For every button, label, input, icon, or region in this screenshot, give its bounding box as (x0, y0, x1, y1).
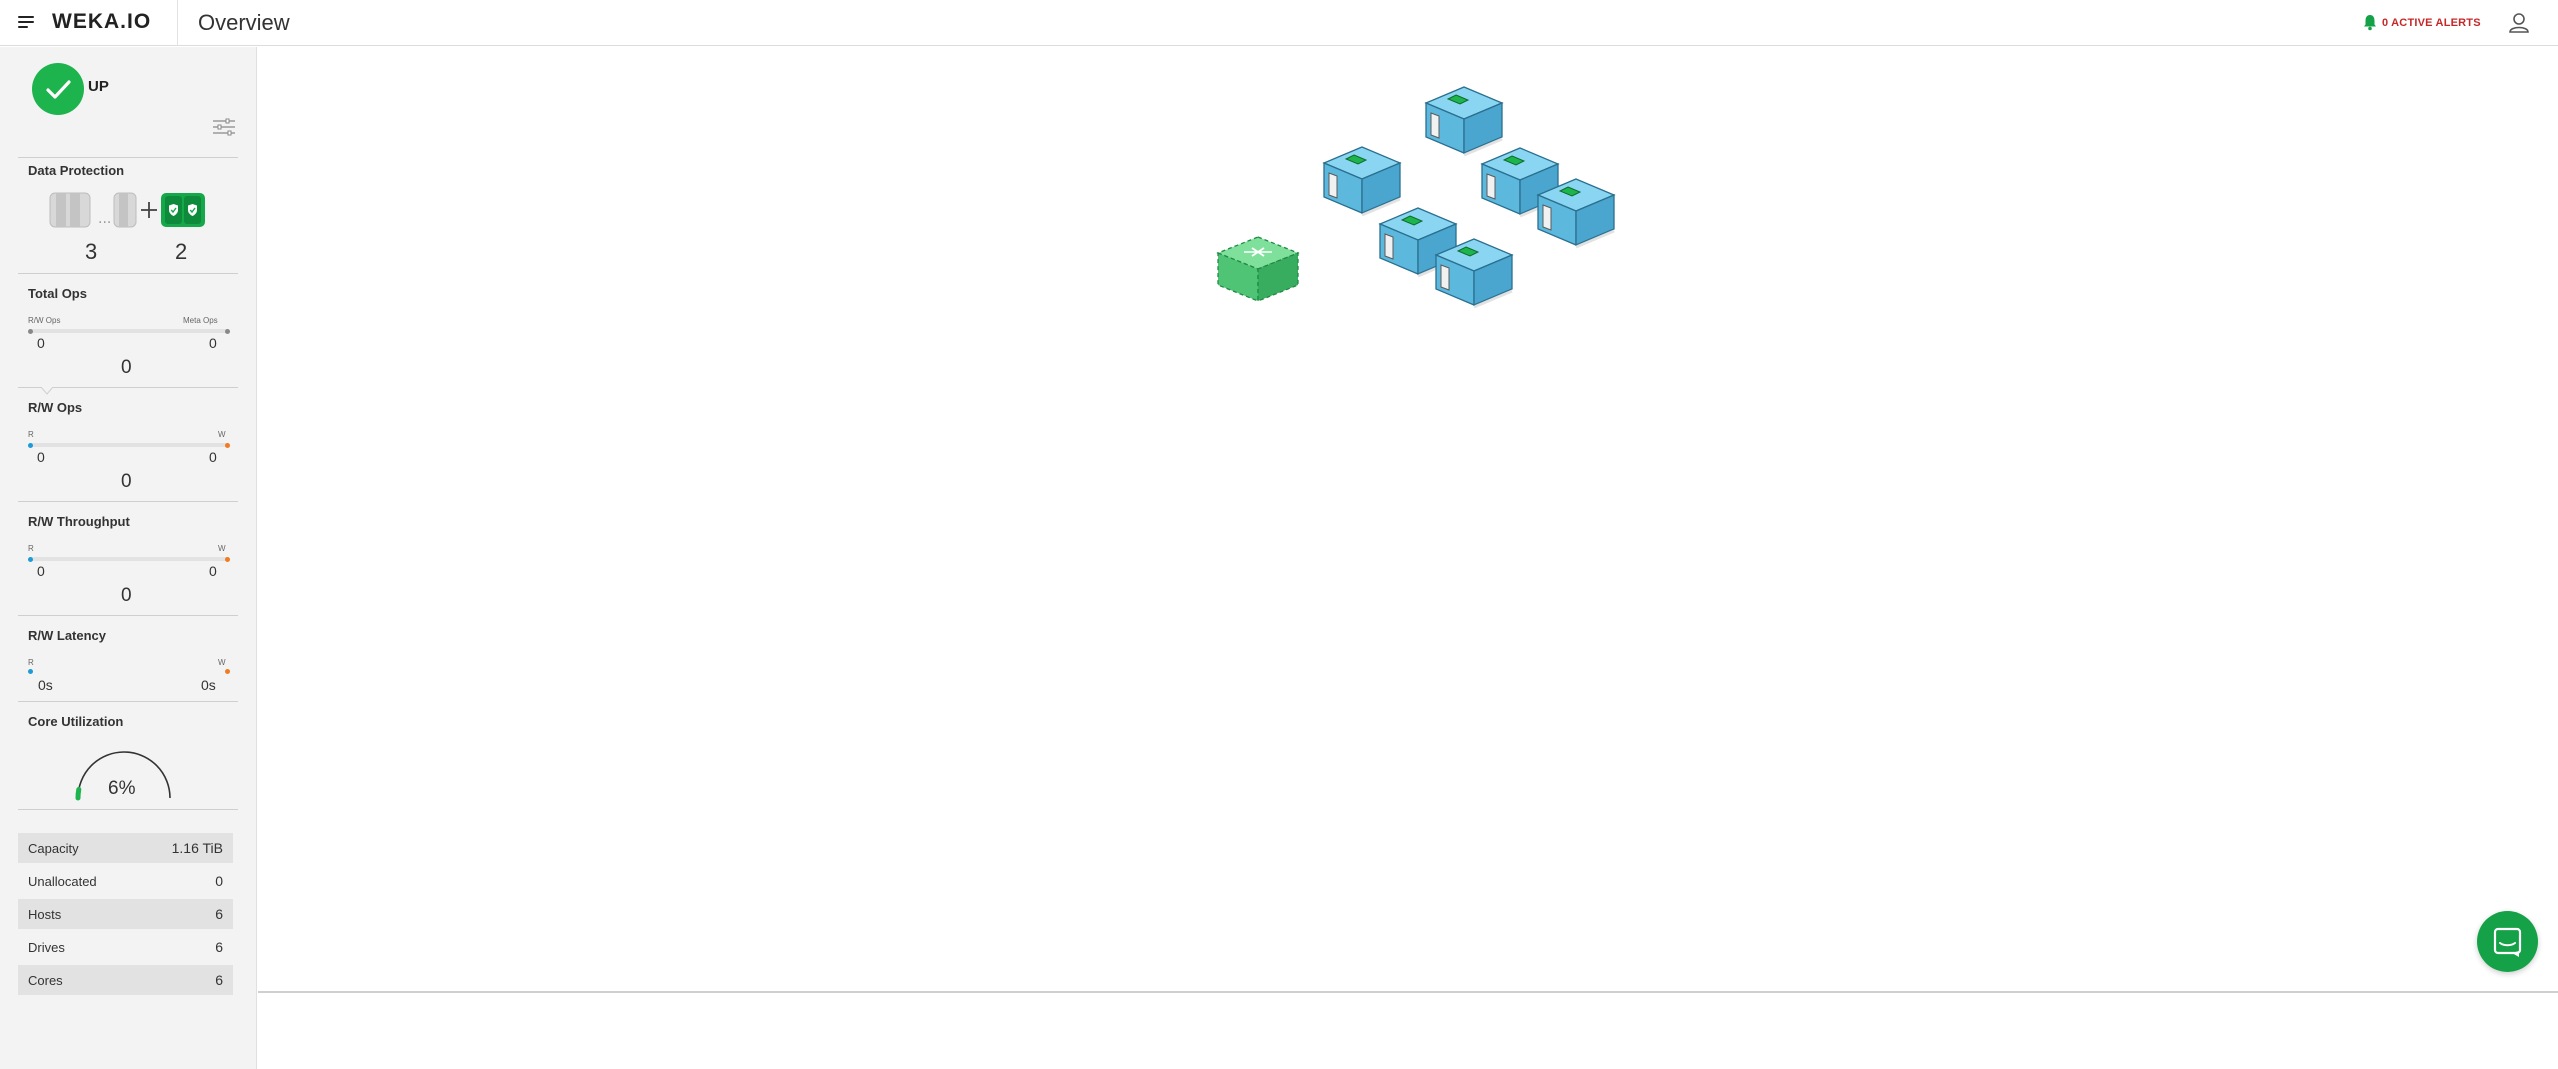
checkmark-icon (46, 80, 71, 99)
chat-icon (2493, 927, 2522, 957)
total-ops-left-value: 0 (37, 335, 45, 351)
cluster-topology-diagram (1216, 85, 1616, 309)
protection-drives-count: 2 (175, 239, 188, 264)
main-footer-divider (258, 991, 2558, 993)
rw-latency-read-label: R (28, 658, 34, 667)
section-divider (18, 157, 238, 158)
weka-logo[interactable]: WEKA.IO (52, 10, 151, 34)
stat-value: 6 (215, 972, 223, 988)
data-drives-count: 3 (85, 239, 98, 264)
rw-ops-read-label: R (28, 430, 34, 439)
rw-throughput-total: 0 (121, 585, 132, 606)
rw-ops-bar (30, 443, 228, 447)
rw-ops-total: 0 (121, 471, 132, 492)
rw-throughput-bar (30, 557, 228, 561)
total-ops-right-label: Meta Ops (183, 316, 218, 325)
section-divider (18, 501, 238, 502)
rw-ops-marker (28, 329, 33, 334)
host-2-icon[interactable] (1424, 85, 1504, 157)
status-up-badge (32, 63, 84, 115)
rw-throughput-read-label: R (28, 544, 34, 553)
hamburger-menu-icon[interactable] (18, 14, 38, 32)
stat-value: 1.16 TiB (171, 840, 223, 856)
section-divider (18, 809, 238, 810)
active-alerts-label: 0 ACTIVE ALERTS (2382, 16, 2481, 29)
stat-label: Cores (28, 973, 63, 988)
stat-drives-row: Drives 6 (18, 932, 233, 962)
core-utilization-title: Core Utilization (28, 714, 124, 729)
stat-label: Unallocated (28, 874, 97, 889)
top-bar: WEKA.IO Overview 0 ACTIVE ALERTS (0, 0, 2558, 46)
bell-icon (2364, 15, 2376, 31)
read-marker (28, 557, 33, 562)
data-protection-drives-icon: ... (49, 192, 205, 228)
stat-value: 6 (215, 939, 223, 955)
read-marker (28, 443, 33, 448)
cluster-status-sidebar: UP Data Protection ... 3 2 Total Ops R/W… (0, 47, 257, 1069)
stat-label: Capacity (28, 841, 79, 856)
stat-label: Hosts (28, 907, 62, 922)
meta-ops-marker (225, 329, 230, 334)
rw-ops-write-label: W (218, 430, 226, 439)
stat-hosts-row: Hosts 6 (18, 899, 233, 929)
total-ops-title: Total Ops (28, 286, 87, 301)
rw-latency-write-label: W (218, 658, 226, 667)
svg-text:...: ... (98, 211, 111, 227)
rw-ops-write-value: 0 (209, 449, 217, 465)
page-title: Overview (198, 10, 290, 35)
stat-cores-row: Cores 6 (18, 965, 233, 995)
sliders-settings-icon[interactable] (212, 117, 236, 137)
total-ops-total: 0 (121, 357, 132, 378)
rw-latency-write-value: 0s (201, 677, 216, 693)
rw-throughput-read-value: 0 (37, 563, 45, 579)
stat-unallocated-row: Unallocated 0 (18, 866, 233, 896)
chat-support-button[interactable] (2477, 911, 2538, 972)
cluster-status-label: UP (88, 78, 109, 95)
total-ops-right-value: 0 (209, 335, 217, 351)
rw-throughput-write-label: W (218, 544, 226, 553)
total-ops-left-label: R/W Ops (28, 316, 61, 325)
section-pointer-icon (40, 387, 54, 395)
header-divider (177, 0, 178, 46)
read-marker (28, 669, 33, 674)
active-alerts-button[interactable]: 0 ACTIVE ALERTS (2362, 14, 2481, 31)
section-divider (18, 615, 238, 616)
rw-ops-read-value: 0 (37, 449, 45, 465)
stat-value: 0 (215, 873, 223, 889)
rw-throughput-title: R/W Throughput (28, 514, 130, 529)
core-utilization-value: 6% (108, 778, 136, 799)
rw-latency-title: R/W Latency (28, 628, 107, 643)
section-divider (18, 273, 238, 274)
total-ops-bar (30, 329, 228, 333)
user-account-icon[interactable] (2505, 9, 2533, 37)
host-1-icon[interactable] (1322, 145, 1402, 217)
rw-ops-title: R/W Ops (28, 400, 83, 415)
rw-throughput-write-value: 0 (209, 563, 217, 579)
write-marker (225, 443, 230, 448)
backend-switch-icon[interactable] (1216, 236, 1300, 302)
write-marker (225, 557, 230, 562)
stat-label: Drives (28, 940, 65, 955)
rw-latency-read-value: 0s (38, 677, 53, 693)
stat-capacity-row: Capacity 1.16 TiB (18, 833, 233, 863)
gauge-fill (75, 786, 82, 801)
data-protection-title: Data Protection (28, 163, 125, 178)
write-marker (225, 669, 230, 674)
cluster-topology-canvas (258, 47, 2558, 992)
section-divider (18, 701, 238, 702)
stat-value: 6 (215, 906, 223, 922)
